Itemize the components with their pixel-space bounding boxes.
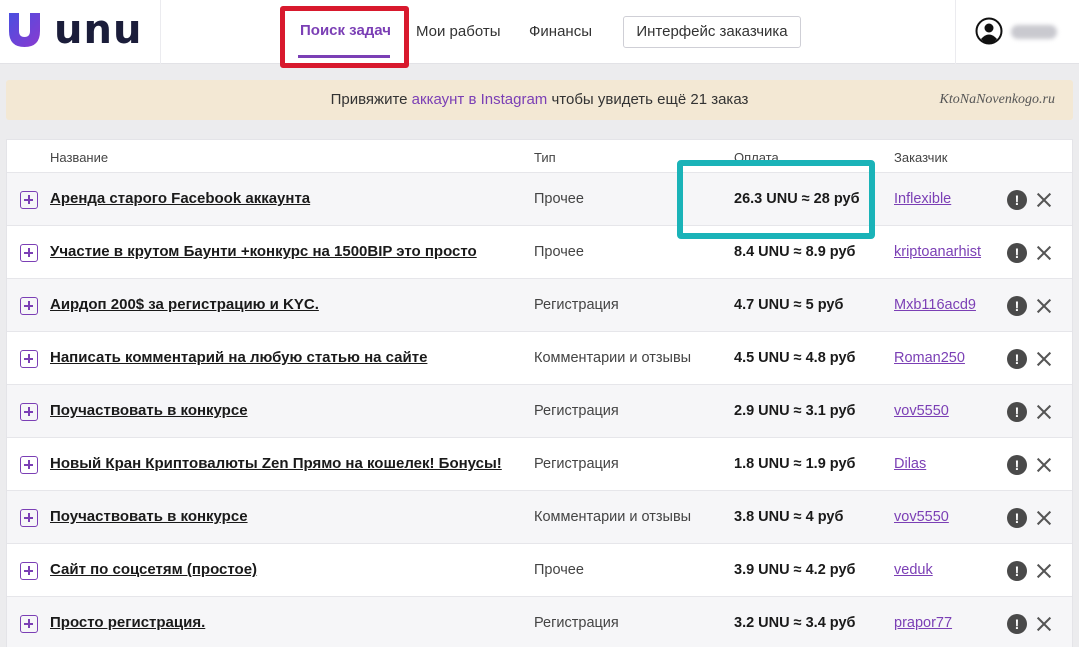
close-icon[interactable] (1033, 454, 1055, 476)
task-type: Регистрация (534, 615, 619, 631)
task-title-link[interactable]: Новый Кран Криптовалюты Zen Прямо на кош… (50, 455, 502, 472)
close-icon[interactable] (1033, 295, 1055, 317)
close-icon[interactable] (1033, 242, 1055, 264)
task-payment: 3.8 UNU ≈ 4 руб (734, 509, 844, 525)
instagram-banner: Привяжите аккаунт в Instagram чтобы увид… (6, 80, 1073, 120)
exclamation-circle-icon[interactable]: ! (1007, 614, 1027, 634)
site-watermark: KtoNaNovenkogo.ru (939, 92, 1056, 107)
task-type: Комментарии и отзывы (534, 509, 692, 525)
exclamation-circle-icon[interactable]: ! (1007, 243, 1027, 263)
close-icon[interactable] (1033, 613, 1055, 635)
plus-square-icon[interactable] (20, 350, 38, 368)
task-type: Регистрация (534, 297, 619, 313)
close-icon[interactable] (1033, 507, 1055, 529)
logo[interactable]: unu (7, 10, 142, 50)
top-header: unu Поиск задач Мои работы Финансы Интер… (0, 0, 1079, 68)
plus-square-icon[interactable] (20, 403, 38, 421)
task-type: Регистрация (534, 403, 619, 419)
customer-link[interactable]: Inflexible (894, 191, 951, 207)
header-divider (955, 0, 956, 64)
customer-link[interactable]: vov5550 (894, 509, 949, 525)
table-row: Написать комментарий на любую статью на … (7, 331, 1072, 384)
header-divider (160, 0, 161, 64)
customer-link[interactable]: Mxb116acd9 (894, 297, 976, 313)
close-icon[interactable] (1033, 348, 1055, 370)
exclamation-circle-icon[interactable]: ! (1007, 508, 1027, 528)
customer-link[interactable]: Roman250 (894, 350, 965, 366)
instagram-link[interactable]: аккаунт в Instagram (412, 91, 548, 108)
customer-link[interactable]: prapor77 (894, 615, 952, 631)
task-payment: 3.9 UNU ≈ 4.2 руб (734, 562, 856, 578)
task-type: Прочее (534, 562, 584, 578)
close-icon[interactable] (1033, 560, 1055, 582)
task-title-link[interactable]: Аренда старого Facebook аккаунта (50, 190, 310, 207)
tasks-table: Название Тип Оплата Заказчик Аренда стар… (6, 139, 1073, 647)
table-header: Название Тип Оплата Заказчик (7, 140, 1072, 172)
customer-link[interactable]: kriptoanarhist (894, 244, 981, 260)
table-row: Просто регистрация. Регистрация 3.2 UNU ≈ … (7, 596, 1072, 647)
column-header-type: Тип (534, 150, 556, 165)
exclamation-circle-icon[interactable]: ! (1007, 190, 1027, 210)
customer-link[interactable]: veduk (894, 562, 933, 578)
plus-square-icon[interactable] (20, 191, 38, 209)
plus-square-icon[interactable] (20, 297, 38, 315)
task-title-link[interactable]: Участие в крутом Баунти +конкурс на 1500… (50, 243, 477, 260)
task-payment: 1.8 UNU ≈ 1.9 руб (734, 456, 856, 472)
exclamation-circle-icon[interactable]: ! (1007, 402, 1027, 422)
close-icon[interactable] (1033, 189, 1055, 211)
task-payment: 2.9 UNU ≈ 3.1 руб (734, 403, 856, 419)
task-payment: 4.5 UNU ≈ 4.8 руб (734, 350, 856, 366)
column-header-customer: Заказчик (894, 150, 948, 165)
client-interface-button[interactable]: Интерфейс заказчика (623, 16, 801, 48)
banner-text-after: чтобы увидеть ещё 21 заказ (547, 91, 749, 108)
task-type: Комментарии и отзывы (534, 350, 692, 366)
task-payment: 4.7 UNU ≈ 5 руб (734, 297, 844, 313)
plus-square-icon[interactable] (20, 456, 38, 474)
customer-link[interactable]: Dilas (894, 456, 926, 472)
task-payment: 8.4 UNU ≈ 8.9 руб (734, 244, 856, 260)
nav-tab-my-works[interactable]: Мои работы (416, 22, 501, 42)
exclamation-circle-icon[interactable]: ! (1007, 455, 1027, 475)
task-payment: 3.2 UNU ≈ 3.4 руб (734, 615, 856, 631)
task-type: Регистрация (534, 456, 619, 472)
unu-logo-icon (9, 13, 40, 47)
plus-square-icon[interactable] (20, 244, 38, 262)
task-title-link[interactable]: Написать комментарий на любую статью на … (50, 349, 427, 366)
customer-link[interactable]: vov5550 (894, 403, 949, 419)
table-row: Поучаствовать в конкурсе Регистрация 2.9 U… (7, 384, 1072, 437)
task-payment: 26.3 UNU ≈ 28 руб (734, 191, 860, 207)
nav-tab-task-search[interactable]: Поиск задач (300, 22, 391, 39)
task-title-link[interactable]: Просто регистрация. (50, 614, 205, 631)
username-blurred[interactable] (1011, 25, 1057, 39)
table-row: Аренда старого Facebook аккаунта Прочее 26… (7, 172, 1072, 225)
task-type: Прочее (534, 191, 584, 207)
column-header-name: Название (50, 150, 109, 165)
task-type: Прочее (534, 244, 584, 260)
plus-square-icon[interactable] (20, 562, 38, 580)
table-row: Поучаствовать в конкурсе Комментарии и от… (7, 490, 1072, 543)
table-row: Аирдоп 200$ за регистрацию и KYC. Регистр… (7, 278, 1072, 331)
nav-active-underline (298, 55, 390, 58)
task-title-link[interactable]: Поучаствовать в конкурсе (50, 508, 248, 525)
task-title-link[interactable]: Аирдоп 200$ за регистрацию и KYC. (50, 296, 319, 313)
logo-text: unu (54, 7, 143, 53)
banner-text-before: Привяжите (330, 91, 412, 108)
table-row: Сайт по соцсетям (простое) Прочее 3.9 UNU … (7, 543, 1072, 596)
exclamation-circle-icon[interactable]: ! (1007, 296, 1027, 316)
nav-tab-finance[interactable]: Финансы (529, 22, 592, 42)
plus-square-icon[interactable] (20, 615, 38, 633)
task-title-link[interactable]: Сайт по соцсетям (простое) (50, 561, 257, 578)
table-row: Участие в крутом Баунти +конкурс на 1500… (7, 225, 1072, 278)
user-avatar-icon[interactable] (975, 17, 1003, 45)
exclamation-circle-icon[interactable]: ! (1007, 349, 1027, 369)
plus-square-icon[interactable] (20, 509, 38, 527)
column-header-payment: Оплата (734, 150, 779, 165)
exclamation-circle-icon[interactable]: ! (1007, 561, 1027, 581)
table-row: Новый Кран Криптовалюты Zen Прямо на кош… (7, 437, 1072, 490)
task-title-link[interactable]: Поучаствовать в конкурсе (50, 402, 248, 419)
close-icon[interactable] (1033, 401, 1055, 423)
